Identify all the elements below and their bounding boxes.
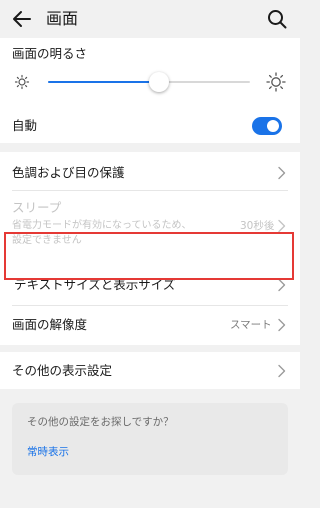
sleep-description-line1: 省電力モードが有効になっているため、 [12,220,192,231]
screen-resolution-value: スマート [230,319,272,331]
divider [12,190,288,191]
suggestion-question: その他の設定をお探しですか？ [27,416,174,428]
sleep-value: 30秒後 [240,220,275,232]
highlight-box [4,232,294,280]
page-title: 画面 [46,9,79,28]
top-app-bar: 画面 [0,0,300,38]
always-on-display-link[interactable]: 常時表示 [27,445,69,459]
auto-brightness-label: 自動 [12,118,38,133]
sleep-label: スリープ [12,200,62,215]
brightness-slider-fill [48,81,160,83]
auto-brightness-toggle[interactable] [252,117,282,135]
brightness-label: 画面の明るさ [12,46,88,61]
search-icon[interactable] [266,8,288,30]
chevron-right-icon [278,166,286,180]
divider [12,305,288,306]
suggestion-box: その他の設定をお探しですか？ 常時表示 [12,403,288,475]
brightness-slider-thumb[interactable] [149,72,170,92]
brightness-slider[interactable] [48,72,250,92]
back-arrow-icon[interactable] [10,8,34,30]
screen-resolution-label[interactable]: 画面の解像度 [12,317,87,333]
color-eye-protection-label[interactable]: 色調および目の保護 [12,165,125,181]
brightness-high-icon [266,72,286,92]
chevron-right-icon [278,318,286,332]
chevron-right-icon [278,278,286,292]
chevron-right-icon [278,219,286,233]
chevron-right-icon [278,364,286,378]
toggle-knob [267,120,279,132]
other-display-settings-label[interactable]: その他の表示設定 [12,363,112,379]
brightness-low-icon [14,74,30,90]
